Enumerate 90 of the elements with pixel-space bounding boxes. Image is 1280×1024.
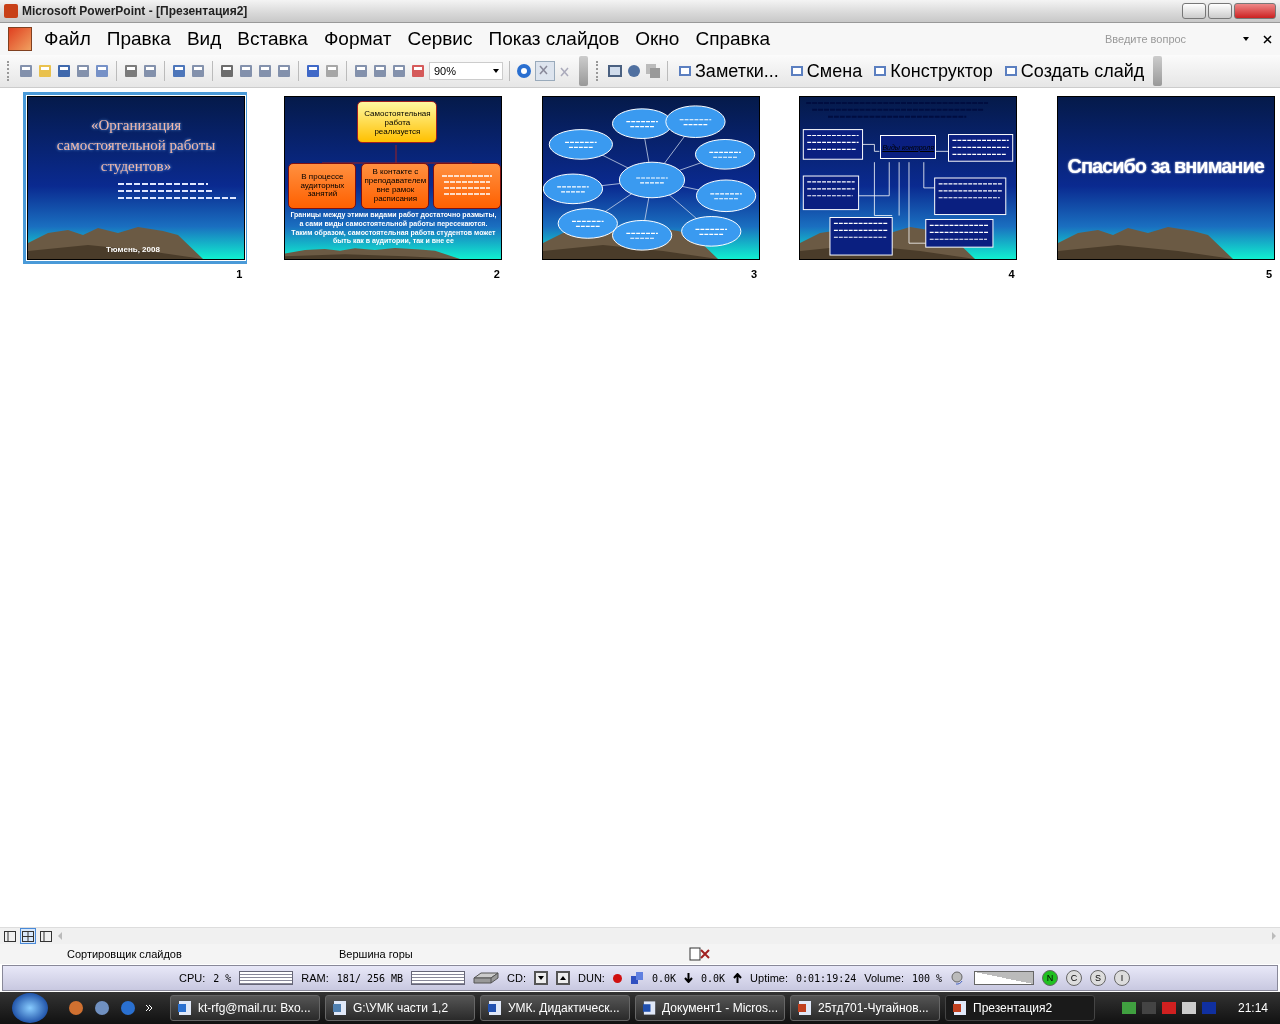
menu-item[interactable]: Окно: [635, 28, 680, 50]
download-rate: 0.0K: [651, 972, 676, 984]
ask-question-field[interactable]: Введите вопрос: [1103, 32, 1237, 46]
taskbar-button[interactable]: Документ1 - Micros...: [635, 995, 785, 1021]
connection-status-icon: [612, 973, 622, 983]
slide-number: 4: [1007, 268, 1016, 280]
zoom-dropdown[interactable]: 90%: [429, 62, 503, 80]
menu-item[interactable]: Показ слайдов: [488, 28, 620, 50]
cpu-graph: [239, 971, 294, 985]
down-arrow-icon: [684, 973, 693, 983]
toolbar-button[interactable]: Смена: [785, 60, 867, 82]
spelling-status-icon: [689, 947, 711, 961]
mode-toggle[interactable]: C: [1066, 970, 1083, 986]
dropdown-caret-icon[interactable]: [1243, 37, 1249, 41]
monitor-value: 0:01:19:24: [796, 972, 857, 984]
slide-show-icon[interactable]: [38, 928, 54, 944]
slide-title: Спасибо за внимание: [1066, 155, 1265, 178]
monitor-value: 100 %: [912, 972, 943, 984]
subscript-icon[interactable]: [535, 61, 555, 81]
mode-toggle[interactable]: N: [1042, 970, 1059, 986]
slide-icon: [873, 64, 888, 78]
document-icon: [332, 1000, 348, 1016]
maximize-button[interactable]: [1208, 3, 1232, 19]
slide-number: 2: [492, 268, 501, 280]
toolbar-options-icon[interactable]: [1153, 56, 1163, 86]
status-text: Сортировщик слайдов: [67, 948, 183, 960]
slide-title: «Организация самостоятельной работы студентов»: [55, 116, 217, 176]
menu-item[interactable]: Правка: [106, 28, 171, 50]
slide-icon: [789, 64, 804, 78]
slide-show-icon[interactable]: [607, 63, 623, 79]
window-title: Microsoft PowerPoint - [Презентация2]: [22, 4, 248, 18]
powerpoint-icon: [4, 4, 18, 18]
up-arrow-icon: [733, 973, 743, 983]
close-icon[interactable]: [1263, 34, 1272, 44]
taskbar-button[interactable]: G:\УМК части 1,2: [325, 995, 475, 1021]
slide-number: 5: [1264, 268, 1274, 280]
ram-graph: [411, 971, 466, 985]
diagram-box: В контакте с преподавателем вне рамок расписания: [361, 163, 430, 209]
close-button[interactable]: [1234, 3, 1276, 19]
monitor-label: Volume:: [864, 972, 904, 984]
slide-icon: [1003, 64, 1018, 78]
toolbar-button[interactable]: Заметки...: [674, 60, 783, 82]
document-icon: [797, 1000, 813, 1016]
taskbar-button[interactable]: kt-rfg@mail.ru: Вхо...: [170, 995, 320, 1021]
slide-icon: [678, 64, 692, 78]
presentation-icon[interactable]: [8, 27, 32, 51]
more-icon[interactable]: [145, 1004, 153, 1012]
document-icon: [952, 1000, 968, 1016]
clock: 21:14: [1237, 1001, 1268, 1015]
monitor-label: CD:: [507, 972, 527, 984]
menu-item[interactable]: Вид: [186, 28, 222, 50]
slide-number: 1: [235, 268, 244, 280]
up-arrow-icon[interactable]: [556, 971, 571, 985]
volume-slider[interactable]: [974, 971, 1035, 985]
menu-item[interactable]: Вставка: [237, 28, 308, 50]
document-icon: [642, 1000, 658, 1016]
menu-item[interactable]: Формат: [323, 28, 392, 50]
document-icon: [487, 1000, 503, 1016]
toolbar-button[interactable]: Конструктор: [869, 60, 997, 82]
diagram-box: [433, 163, 502, 209]
start-button[interactable]: [12, 993, 48, 1023]
monitor-label: Uptime:: [750, 972, 788, 984]
normal-view-icon[interactable]: [2, 928, 18, 944]
menu-item[interactable]: Сервис: [407, 28, 473, 50]
mode-toggle[interactable]: S: [1090, 970, 1107, 986]
upload-rate: 0.0K: [701, 972, 726, 984]
status-text: Вершина горы: [339, 948, 414, 960]
down-arrow-icon[interactable]: [534, 971, 549, 985]
hard-drive-icon: [473, 971, 500, 985]
monitor-label: RAM:: [301, 972, 329, 984]
slide-footer: Тюмень, 2008: [106, 245, 160, 254]
monitor-label: DUN:: [578, 972, 605, 984]
monitor-label: CPU:: [179, 972, 206, 984]
taskbar-button[interactable]: Презентация2: [945, 995, 1095, 1021]
slide-number: 3: [750, 268, 759, 280]
taskbar-button[interactable]: 25тд701-Чугайнов...: [790, 995, 940, 1021]
slide-thumbnail[interactable]: «Организация самостоятельной работы студентов» Тюмень, 2008: [23, 92, 247, 264]
slide-sorter-icon[interactable]: [20, 928, 36, 944]
monitor-value: 2 %: [213, 972, 232, 984]
diagram-box: Самостоятельная работа реализуется: [357, 101, 438, 143]
toolbar-button[interactable]: Создать слайд: [999, 60, 1149, 82]
diagram-box: В процессе аудиторных занятий: [288, 163, 357, 209]
duplicate-slide-icon[interactable]: [645, 63, 661, 79]
document-icon: [177, 1000, 193, 1016]
menu-item[interactable]: Файл: [44, 28, 91, 50]
monitor-value: 181/ 256 MB: [336, 972, 404, 984]
mode-toggle[interactable]: I: [1114, 970, 1131, 986]
taskbar-button[interactable]: УМК. Дидактическ...: [480, 995, 630, 1021]
menu-item[interactable]: Справка: [695, 28, 770, 50]
minimize-button[interactable]: [1182, 3, 1206, 19]
